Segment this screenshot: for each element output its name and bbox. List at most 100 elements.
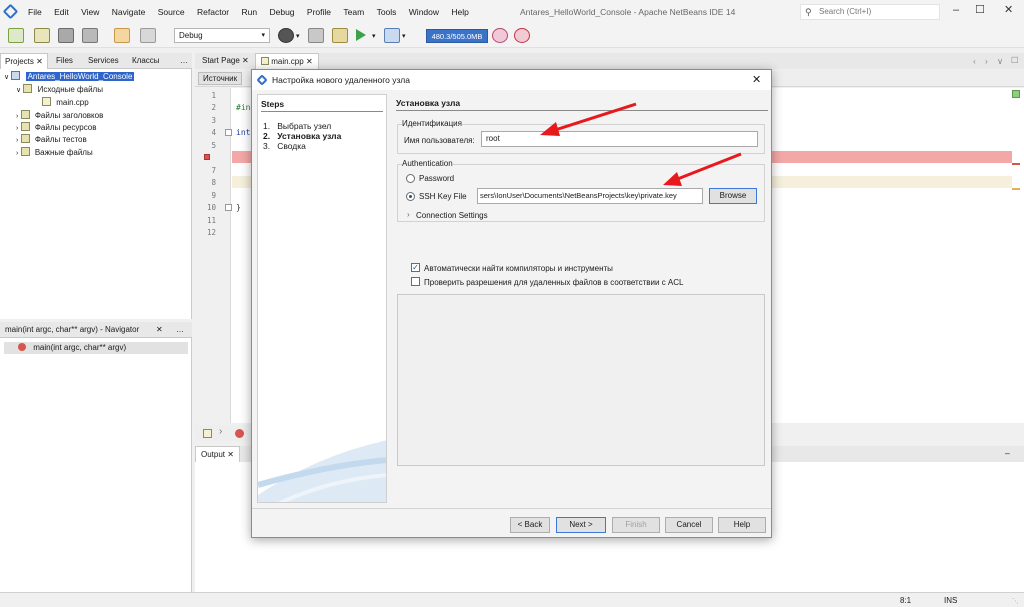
run-project-icon[interactable]: [356, 29, 366, 41]
chevron-down-icon[interactable]: ∨: [4, 74, 9, 81]
menu-debug[interactable]: Debug: [269, 7, 294, 17]
chevron-down-icon[interactable]: ▾: [296, 32, 300, 40]
tab-output[interactable]: Output ✕: [195, 446, 240, 462]
menu-refactor[interactable]: Refactor: [197, 7, 229, 17]
close-window-button[interactable]: ✕: [1004, 3, 1013, 16]
menu-window[interactable]: Window: [409, 7, 439, 17]
auto-find-tools-checkbox[interactable]: ✓: [411, 263, 420, 272]
minimize-pane-icon[interactable]: –: [1005, 448, 1010, 458]
search-input[interactable]: ⚲ Search (Ctrl+I): [800, 4, 940, 20]
next-button[interactable]: Next >: [556, 517, 606, 533]
tree-row-header-files[interactable]: › Файлы заголовков: [16, 110, 103, 122]
tab-classes[interactable]: Классы: [128, 53, 164, 69]
close-icon[interactable]: ✕: [306, 57, 313, 66]
new-project-icon[interactable]: [34, 28, 50, 43]
chevron-right-icon[interactable]: ›: [16, 150, 18, 157]
tab-main-cpp[interactable]: main.cpp ✕: [255, 53, 319, 69]
tab-start-page[interactable]: Start Page ✕: [197, 53, 254, 69]
error-icon: [235, 429, 244, 438]
open-project-icon[interactable]: [58, 28, 74, 43]
minimize-button[interactable]: –: [953, 4, 959, 16]
caret-position: 8:1: [900, 596, 912, 605]
browse-button[interactable]: Browse: [709, 188, 757, 204]
resize-grip-icon[interactable]: ⋱: [1012, 597, 1019, 605]
build-hammer-icon[interactable]: [308, 28, 324, 43]
menu-edit[interactable]: Edit: [54, 7, 69, 17]
source-view-button[interactable]: Источник: [198, 72, 243, 85]
password-radio[interactable]: [406, 174, 415, 183]
garbage-collect-icon[interactable]: [514, 28, 530, 43]
close-icon[interactable]: ✕: [242, 56, 249, 65]
line-number: 5: [211, 141, 216, 150]
tree-label: Файлы тестов: [34, 135, 87, 144]
close-icon[interactable]: ✕: [227, 450, 234, 459]
error-stripe[interactable]: [1012, 163, 1020, 165]
chevron-right-icon[interactable]: ›: [16, 113, 18, 120]
close-icon[interactable]: ✕: [156, 322, 163, 338]
warning-stripe[interactable]: [1012, 188, 1020, 190]
tree-row-important-files[interactable]: › Важные файлы: [16, 147, 93, 159]
username-label: Имя пользователя:: [404, 136, 475, 145]
menu-tools[interactable]: Tools: [377, 7, 397, 17]
undo-icon[interactable]: [114, 28, 130, 43]
menu-view[interactable]: View: [81, 7, 99, 17]
tree-row-source-files[interactable]: ∨ Исходные файлы: [16, 84, 103, 96]
minimize-pane-icon[interactable]: …: [176, 322, 184, 338]
tree-row-test-files[interactable]: › Файлы тестов: [16, 134, 87, 146]
cancel-button[interactable]: Cancel: [665, 517, 713, 533]
error-marker-icon: [204, 154, 210, 160]
chevron-right-icon[interactable]: ›: [16, 125, 18, 132]
navigator-item[interactable]: main(int argc, char** argv): [4, 342, 188, 354]
scroll-right-icon[interactable]: ›: [985, 56, 988, 66]
step-number: 3.: [263, 141, 271, 151]
tree-row-resource-files[interactable]: › Файлы ресурсов: [16, 122, 97, 134]
redo-icon[interactable]: [140, 28, 156, 43]
acl-check-checkbox[interactable]: [411, 277, 420, 286]
clean-build-icon[interactable]: [332, 28, 348, 43]
tab-projects[interactable]: Projects ✕: [0, 53, 48, 69]
ssh-key-radio[interactable]: [406, 192, 415, 201]
main-toolbar: ▾ ▾ ▾: [0, 24, 1024, 48]
minimize-pane-icon[interactable]: …: [176, 53, 192, 69]
connection-settings-toggle[interactable]: Connection Settings: [416, 211, 488, 220]
save-all-icon[interactable]: [82, 28, 98, 43]
maximize-button[interactable]: ☐: [975, 3, 985, 16]
menu-run[interactable]: Run: [242, 7, 258, 17]
maximize-editor-icon[interactable]: ☐: [1011, 55, 1019, 66]
code-int: int: [236, 128, 251, 137]
menu-profile[interactable]: Profile: [307, 7, 331, 17]
chevron-down-icon[interactable]: ∨: [997, 56, 1003, 67]
close-dialog-button[interactable]: ✕: [752, 70, 761, 90]
menu-file[interactable]: File: [28, 7, 42, 17]
chevron-down-icon[interactable]: ▾: [372, 32, 376, 40]
menu-navigate[interactable]: Navigate: [112, 7, 146, 17]
new-file-icon[interactable]: [8, 28, 24, 43]
chevron-right-icon[interactable]: ›: [16, 137, 18, 144]
profile-icon[interactable]: [492, 28, 508, 43]
new-remote-host-dialog: Настройка нового удаленного узла ✕ Steps…: [251, 69, 772, 538]
close-icon[interactable]: ✕: [36, 57, 43, 66]
chevron-down-icon[interactable]: ∨: [16, 87, 21, 94]
ssh-key-path-input[interactable]: sers\IonUser\Documents\NetBeansProjects\…: [477, 188, 703, 204]
debug-project-icon[interactable]: [384, 28, 400, 43]
back-button[interactable]: < Back: [510, 517, 550, 533]
scroll-left-icon[interactable]: ‹: [973, 56, 976, 66]
tree-row-project[interactable]: ∨ Antares_HelloWorld_Console: [4, 71, 135, 83]
fold-icon[interactable]: [225, 129, 232, 136]
chevron-down-icon[interactable]: ▾: [402, 32, 406, 40]
projects-tabs: Projects ✕ Files Services Классы …: [0, 53, 192, 69]
globe-icon[interactable]: [278, 28, 294, 43]
fold-icon[interactable]: [225, 204, 232, 211]
finish-button[interactable]: Finish: [612, 517, 660, 533]
tree-row-main-cpp[interactable]: main.cpp: [42, 97, 89, 109]
menu-team[interactable]: Team: [343, 7, 364, 17]
menu-source[interactable]: Source: [158, 7, 185, 17]
configuration-select[interactable]: Debug ▾: [174, 28, 270, 43]
menu-help[interactable]: Help: [451, 7, 468, 17]
tab-services[interactable]: Services: [84, 53, 123, 69]
code-include: #in: [236, 103, 251, 112]
help-button[interactable]: Help: [718, 517, 766, 533]
tab-files[interactable]: Files: [52, 53, 77, 69]
chevron-right-icon[interactable]: ›: [407, 210, 410, 219]
memory-indicator[interactable]: 480.3/505.0MB: [426, 29, 488, 43]
